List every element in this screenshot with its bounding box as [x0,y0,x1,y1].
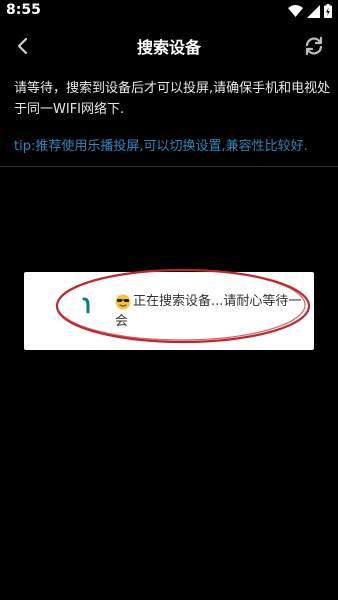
battery-icon [324,4,332,18]
status-bar: 8:55 [0,0,338,24]
refresh-button[interactable] [302,34,326,58]
refresh-icon [305,36,323,56]
divider [0,166,338,167]
instruction-text: 请等待，搜索到设备后才可以投屏,请确保手机和电视处于同一WIFI网络下. [14,81,331,117]
page-title: 搜索设备 [136,38,201,57]
dialog-message: 正在搜索设备...请耐心等待一会 [115,294,302,329]
loading-dialog: 正在搜索设备...请耐心等待一会 [24,272,314,350]
signal-icon [307,4,320,18]
tip-text: tip:推荐使用乐播投屏,可以切换设置,兼容性比较好. [14,139,308,154]
loading-spinner-icon [82,297,90,314]
title-bar: 搜索设备 [0,24,338,68]
status-icons [288,4,332,18]
status-time: 8:55 [6,2,41,18]
screen: 8:55 搜索设备 请等待，搜索到设备后才可以投屏,请确保手机和电视处于同一WI… [0,0,338,600]
wifi-icon [288,5,303,17]
